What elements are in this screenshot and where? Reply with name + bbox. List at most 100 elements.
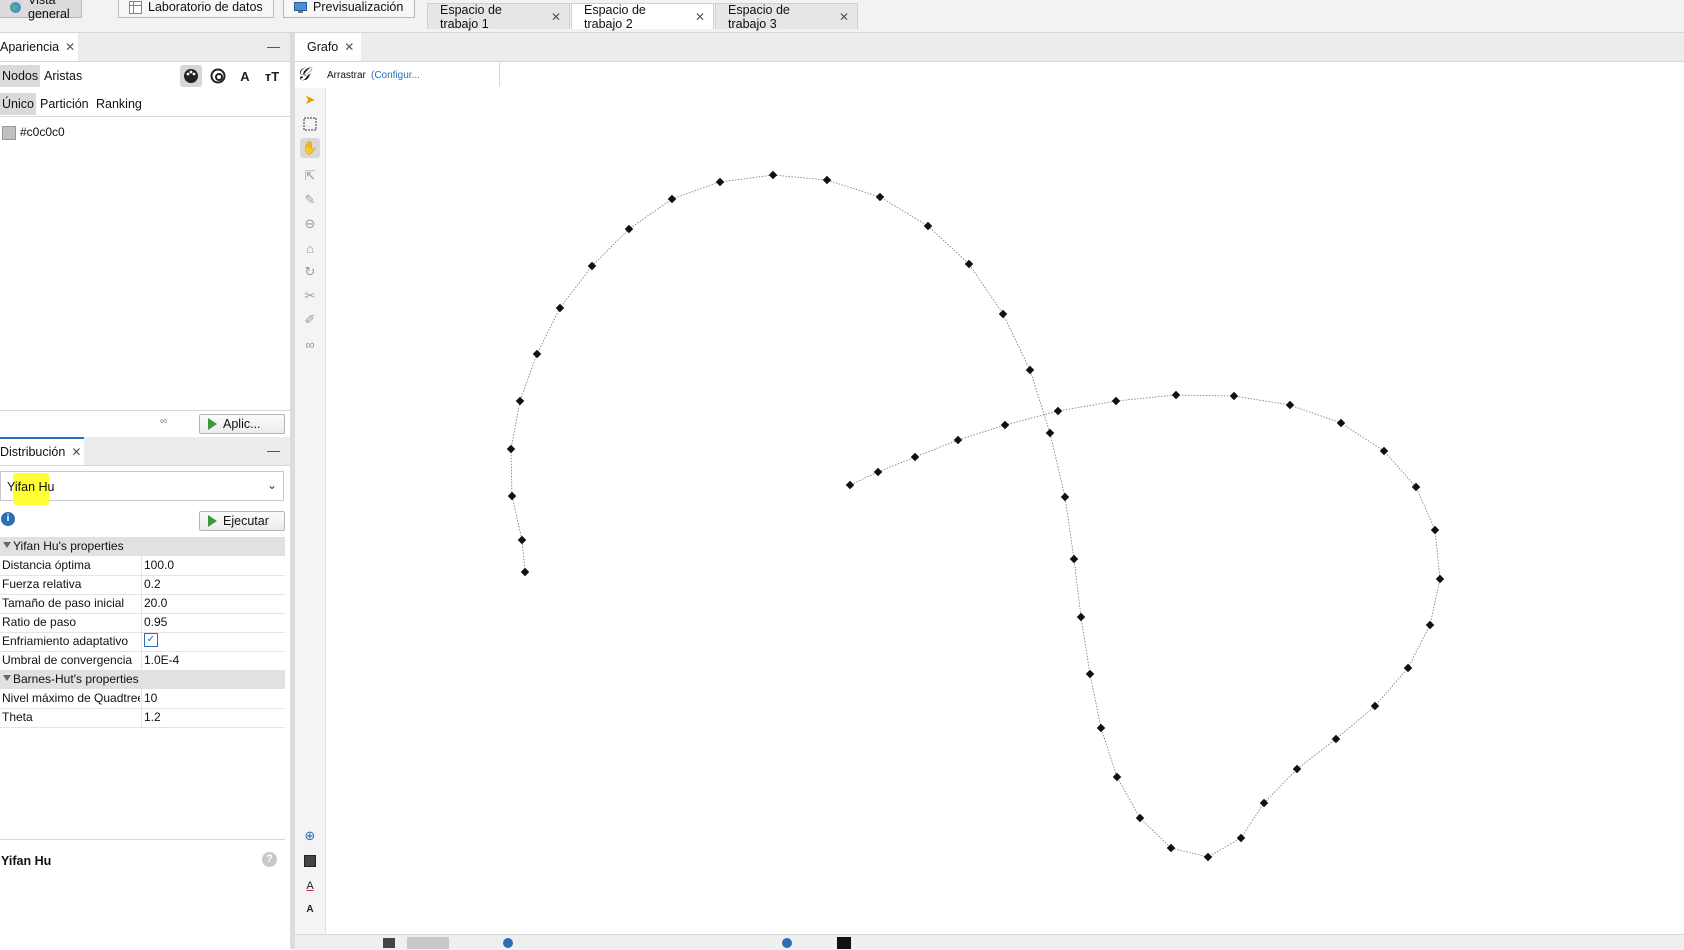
graph-node[interactable] [1085,669,1095,679]
graph-node[interactable] [515,396,525,406]
workspace-tab-3[interactable]: Espacio de trabajo 3 ✕ [715,3,858,31]
graph-node[interactable] [1025,365,1035,375]
graph-canvas[interactable] [326,88,1684,934]
property-row[interactable]: Distancia óptima 100.0 [0,556,285,576]
graph-node[interactable] [1229,391,1239,401]
graph-node[interactable] [1053,406,1063,416]
minimize-icon[interactable]: — [267,39,280,54]
graph-node[interactable] [1076,612,1086,622]
graph-node[interactable] [1336,418,1346,428]
property-value[interactable]: 0.95 [144,615,167,629]
data-lab-mode-button[interactable]: Laboratorio de datos [118,0,274,18]
graph-node[interactable] [953,435,963,445]
unique-mode-tab[interactable]: Único [0,93,36,115]
graph-node[interactable] [1111,396,1121,406]
graph-node[interactable] [532,349,542,359]
overview-mode-button[interactable]: Vista general [0,0,82,21]
algorithm-select[interactable]: Yifan Hu ⌄ [0,471,284,505]
graph-node[interactable] [555,303,565,313]
font-icon[interactable]: A [300,899,320,919]
close-icon[interactable]: ✕ [839,10,849,24]
color-chip[interactable] [837,937,851,949]
barneshut-properties-section[interactable]: Barnes-Hut's properties [0,670,285,689]
graph-node[interactable] [507,491,517,501]
painter-icon[interactable]: ✎ [300,190,320,210]
property-value[interactable]: 100.0 [144,558,174,572]
select-pointer-icon[interactable]: ➤ [300,90,320,110]
graph-node[interactable] [1045,428,1055,438]
graph-node[interactable] [587,261,597,271]
preview-mode-button[interactable]: Previsualización [283,0,415,18]
run-button[interactable]: Ejecutar [199,511,285,531]
property-value[interactable]: 20.0 [144,596,167,610]
close-icon[interactable]: ✕ [551,10,561,24]
graph-node[interactable] [1331,734,1341,744]
property-row[interactable]: Fuerza relativa 0.2 [0,575,285,595]
graph-node[interactable] [1379,446,1389,456]
graph-node[interactable] [1069,554,1079,564]
graph-node[interactable] [667,194,677,204]
close-icon[interactable]: ✕ [71,445,81,459]
rotate-icon[interactable]: ↻ [300,262,320,282]
ranking-mode-tab[interactable]: Ranking [94,93,144,115]
graph-node[interactable] [1403,663,1413,673]
graph-node[interactable] [1430,525,1440,535]
graph-node[interactable] [822,175,832,185]
graph-node[interactable] [506,444,516,454]
graph-node[interactable] [845,480,855,490]
layout-tab[interactable]: Distribución ✕ [0,437,84,465]
graph-node[interactable] [1370,701,1380,711]
graph-node[interactable] [1096,723,1106,733]
workspace-tab-1[interactable]: Espacio de trabajo 1 ✕ [427,3,570,31]
property-row[interactable]: Nivel máximo de Quadtree 10 [0,689,285,709]
property-row[interactable]: Tamaño de paso inicial 20.0 [0,594,285,614]
rectangle-select-icon[interactable] [300,114,320,134]
graph-node[interactable] [1112,772,1122,782]
appearance-tab[interactable]: Apariencia ✕ [0,33,78,61]
graph-node[interactable] [1000,420,1010,430]
partition-mode-tab[interactable]: Partición [38,93,91,115]
sizer-icon[interactable]: ⊖ [300,214,320,234]
property-row[interactable]: Theta 1.2 [0,708,285,728]
close-icon[interactable]: ✕ [695,10,705,24]
workspace-tab-2[interactable]: Espacio de trabajo 2 ✕ [571,3,714,31]
graph-tab[interactable]: Grafo ✕ [295,33,361,61]
info-icon[interactable]: i [1,512,15,526]
nodes-subtab[interactable]: Nodos [0,65,41,87]
edges-subtab[interactable]: Aristas [42,65,84,87]
background-color-icon[interactable] [300,851,320,871]
brush-icon[interactable]: ⌂ [300,238,320,258]
property-row[interactable]: Umbral de convergencia 1.0E-4 [0,651,285,671]
graph-node[interactable] [520,567,530,577]
graph-node[interactable] [1435,574,1445,584]
graph-node[interactable] [1171,390,1181,400]
property-value[interactable]: 0.2 [144,577,161,591]
palette-icon[interactable] [180,65,202,87]
slider-knob[interactable] [782,938,792,948]
graph-node[interactable] [1292,764,1302,774]
screenshot-icon[interactable] [383,938,395,948]
property-row[interactable]: Ratio de paso 0.95 [0,613,285,633]
graph-node[interactable] [923,221,933,231]
node-pencil-icon[interactable]: ✐ [300,310,320,330]
shortest-path-icon[interactable]: ∞ [300,334,320,354]
close-icon[interactable]: ✕ [344,40,354,54]
graph-node[interactable] [1203,852,1213,862]
yifanhu-properties-section[interactable]: Yifan Hu's properties [0,537,285,556]
minimize-icon[interactable]: — [267,443,280,458]
label-color-icon[interactable]: A [234,65,256,87]
graph-node[interactable] [1259,798,1269,808]
graph-node[interactable] [875,192,885,202]
apply-button[interactable]: Aplic... [199,414,285,434]
help-icon[interactable]: ? [262,852,277,867]
adaptive-cooling-checkbox[interactable]: ✓ [144,633,158,647]
pointer-question-icon[interactable]: ⇱ [300,166,320,186]
label-color-icon[interactable]: A [300,876,320,896]
property-value[interactable]: 1.2 [144,710,161,724]
property-value[interactable]: 10 [144,691,157,705]
graph-node[interactable] [1060,492,1070,502]
graph-node[interactable] [1285,400,1295,410]
size-icon[interactable] [207,65,229,87]
link-icon[interactable]: ∞ [160,416,167,427]
graph-node[interactable] [1236,833,1246,843]
